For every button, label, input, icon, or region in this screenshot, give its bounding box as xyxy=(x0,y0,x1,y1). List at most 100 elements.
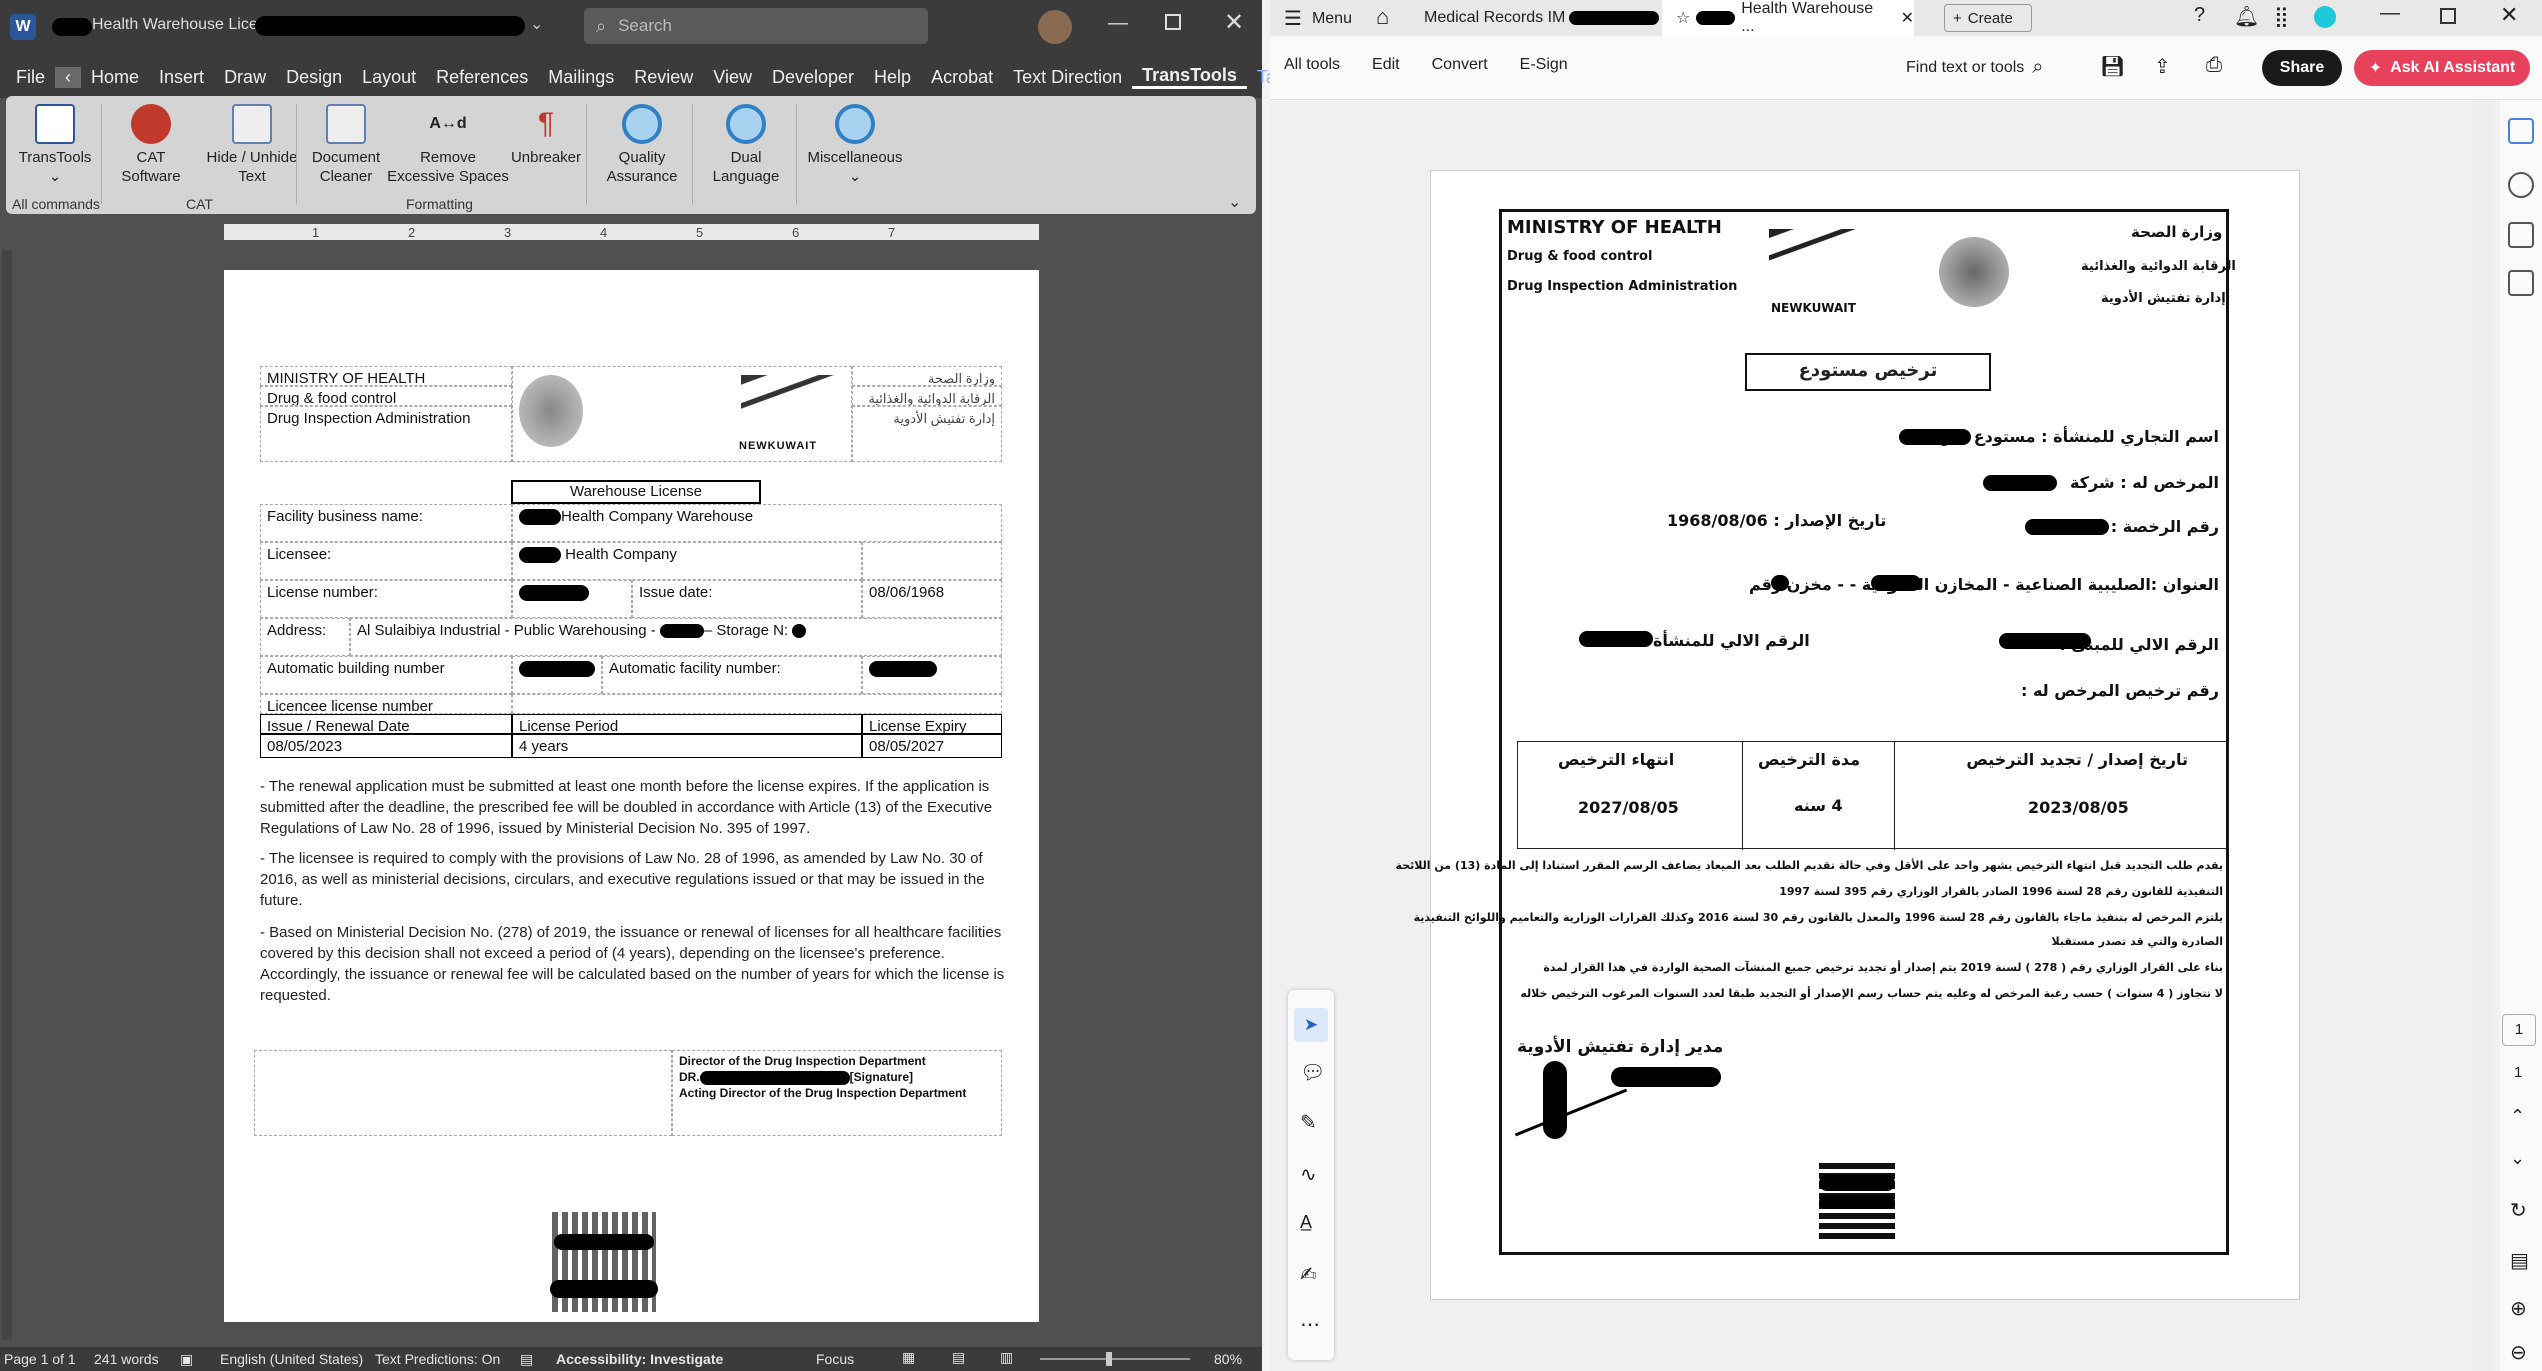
upload-icon[interactable]: ⇪ xyxy=(2154,54,2171,79)
tool-all-tools[interactable]: All tools xyxy=(1284,56,1340,74)
print-icon[interactable]: ⎙ xyxy=(2206,54,2222,77)
menu-button[interactable]: ☰ Menu xyxy=(1284,6,1352,31)
bell-icon[interactable]: 🔔︎ xyxy=(2234,4,2259,29)
highlight-icon[interactable]: ✎ xyxy=(1300,1110,1317,1135)
stamp-icon[interactable] xyxy=(2508,172,2534,198)
menu-tab-mailings[interactable]: Mailings xyxy=(538,67,624,88)
menu-tab-acrobat[interactable]: Acrobat xyxy=(921,67,1003,88)
menu-tab-insert[interactable]: Insert xyxy=(149,67,214,88)
avatar[interactable] xyxy=(2314,6,2336,28)
menu-tab-references[interactable]: References xyxy=(426,67,538,88)
sign-icon[interactable]: ✍︎ xyxy=(1300,1262,1317,1287)
prev-page-icon[interactable]: ⌃ xyxy=(2510,1106,2525,1127)
menu-tab-help[interactable]: Help xyxy=(864,67,921,88)
maximize-icon[interactable] xyxy=(1165,14,1181,30)
language[interactable]: English (United States) xyxy=(220,1351,363,1367)
text-box-icon[interactable]: A̲ xyxy=(1300,1212,1312,1233)
apps-icon[interactable]: ⣿ xyxy=(2274,4,2289,29)
menu-tab-transtools[interactable]: TransTools xyxy=(1132,65,1247,89)
collapse-ribbon-icon[interactable]: ⌄ xyxy=(1228,192,1241,212)
remove-spaces-button[interactable]: A↔d Remove Excessive Spaces xyxy=(386,104,510,186)
ruler-mark: 7 xyxy=(888,224,896,240)
page-icon[interactable]: ▤ xyxy=(2510,1248,2529,1273)
print-layout-icon[interactable]: ▤ xyxy=(952,1349,965,1366)
menu-tab-design[interactable]: Design xyxy=(276,67,352,88)
menu-tab-draw[interactable]: Draw xyxy=(214,67,276,88)
save-icon[interactable]: 💾︎ xyxy=(2100,54,2125,79)
home-icon[interactable]: ⌂ xyxy=(1376,4,1389,30)
bookmark-icon[interactable] xyxy=(2508,222,2534,248)
tool-convert[interactable]: Convert xyxy=(1432,56,1488,74)
document-cleaner-button[interactable]: Document Cleaner xyxy=(306,104,386,186)
cat-software-button[interactable]: CAT Software xyxy=(106,104,196,186)
draw-icon[interactable]: ∿ xyxy=(1300,1162,1317,1187)
scrollbar[interactable] xyxy=(2476,100,2490,1371)
menu-tab-layout[interactable]: Layout xyxy=(352,67,426,88)
title-dropdown-icon[interactable]: ⌄ xyxy=(530,14,543,34)
read-mode-icon[interactable]: ▦ xyxy=(902,1349,915,1366)
zoom-thumb[interactable] xyxy=(1106,1352,1112,1366)
proofing-icon[interactable]: ▣ xyxy=(180,1351,193,1368)
group-label-cat: CAT xyxy=(186,196,213,212)
zoom-in-icon[interactable]: ⊕ xyxy=(2510,1296,2527,1321)
unbreaker-button[interactable]: ¶ Unbreaker xyxy=(506,104,586,167)
maximize-icon[interactable] xyxy=(2440,8,2456,24)
comment-icon[interactable]: 💬︎ xyxy=(1300,1060,1325,1085)
text-predictions[interactable]: Text Predictions: On xyxy=(375,1351,500,1367)
page-count[interactable]: Page 1 of 1 xyxy=(4,1351,76,1367)
focus-button[interactable]: Focus xyxy=(816,1351,854,1367)
macro-icon[interactable]: ▤ xyxy=(520,1351,533,1368)
pages-icon[interactable] xyxy=(2508,270,2534,296)
minimize-icon[interactable]: — xyxy=(1108,12,1128,35)
menu-tab-home[interactable]: Home xyxy=(81,67,149,88)
emblem-icon xyxy=(519,375,583,447)
tab-medical-records[interactable]: Medical Records IM xyxy=(1410,0,1660,36)
menu-tab-text-direction[interactable]: Text Direction xyxy=(1003,67,1132,88)
redaction xyxy=(1871,575,1921,591)
scroll-tabs-left-icon[interactable]: ‹ xyxy=(55,66,82,88)
web-layout-icon[interactable]: ▥ xyxy=(1000,1349,1013,1366)
select-icon[interactable]: ➤ xyxy=(1294,1008,1328,1042)
find-tools[interactable]: Find text or tools ⌕ xyxy=(1906,56,2043,79)
menu-tab-file[interactable]: File xyxy=(6,67,55,88)
auto-building-label: Automatic building number xyxy=(260,656,512,694)
zoom-out-icon[interactable]: ⊖ xyxy=(2510,1340,2527,1365)
sig-line-2: DR. [Signature] xyxy=(679,1070,914,1085)
zoom-slider[interactable] xyxy=(1040,1358,1190,1360)
comments-panel-icon[interactable] xyxy=(2508,118,2534,144)
quality-assurance-button[interactable]: Quality Assurance xyxy=(592,104,692,186)
share-button[interactable]: Share xyxy=(2262,50,2342,86)
word-count[interactable]: 241 words xyxy=(94,1351,159,1367)
ai-assistant-button[interactable]: ✦ Ask AI Assistant xyxy=(2354,50,2530,86)
menu-tab-review[interactable]: Review xyxy=(624,67,703,88)
help-icon[interactable]: ? xyxy=(2194,4,2205,27)
hide-unhide-button[interactable]: Hide / Unhide Text xyxy=(202,104,302,186)
close-tab-icon[interactable]: ✕ xyxy=(1901,8,1914,28)
period-value: 4 years xyxy=(512,734,862,758)
create-button[interactable]: + Create xyxy=(1944,4,2032,32)
page-number-input[interactable]: 1 xyxy=(2502,1014,2536,1046)
food-ar: الرقابة الدوائية والغذائية xyxy=(852,386,1002,406)
accessibility[interactable]: Accessibility: Investigate xyxy=(556,1351,723,1367)
user-avatar[interactable] xyxy=(1038,10,1072,44)
miscellaneous-button[interactable]: Miscellaneous ⌄ xyxy=(800,104,910,186)
menu-tab-developer[interactable]: Developer xyxy=(762,67,864,88)
minimize-icon[interactable]: — xyxy=(2380,2,2400,25)
star-icon[interactable]: ☆ xyxy=(1676,8,1690,28)
unbreaker-icon: ¶ xyxy=(537,107,555,140)
tab-health-warehouse[interactable]: ☆ Health Warehouse ... ✕ xyxy=(1662,0,1914,36)
next-page-icon[interactable]: ⌄ xyxy=(2510,1148,2525,1169)
tool-edit[interactable]: Edit xyxy=(1372,56,1400,74)
menu-tab-view[interactable]: View xyxy=(703,67,762,88)
rotate-icon[interactable]: ↻ xyxy=(2510,1198,2527,1223)
word-app-icon[interactable]: W xyxy=(10,14,36,40)
zoom-level[interactable]: 80% xyxy=(1214,1351,1242,1367)
close-icon[interactable]: ✕ xyxy=(2500,2,2518,28)
dual-language-button[interactable]: Dual Language xyxy=(696,104,796,186)
more-tools-icon[interactable]: ⋯ xyxy=(1300,1312,1320,1337)
search-box[interactable]: ⌕ Search xyxy=(584,8,928,44)
tool-e-sign[interactable]: E-Sign xyxy=(1520,56,1568,74)
close-icon[interactable]: ✕ xyxy=(1224,8,1244,37)
transtools-button[interactable]: TransTools ⌄ xyxy=(10,104,100,186)
scan-dia-ar: إدارة تفتيش الأدوية xyxy=(2101,291,2226,306)
